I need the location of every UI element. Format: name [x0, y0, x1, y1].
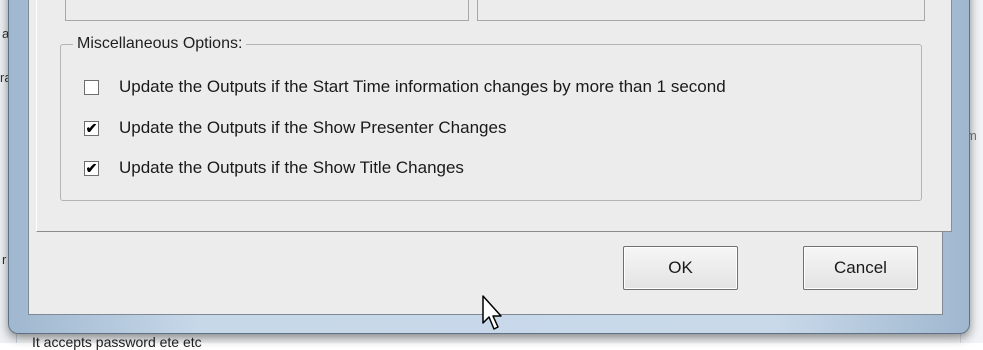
- upper-group-box-right: [477, 0, 925, 21]
- show-title-label[interactable]: Update the Outputs if the Show Title Cha…: [119, 158, 464, 178]
- arrow-cursor-icon: [482, 295, 502, 330]
- option-show-title[interactable]: ✔ Update the Outputs if the Show Title C…: [84, 157, 464, 179]
- upper-group-box-left: [65, 0, 469, 21]
- show-title-checkbox[interactable]: ✔: [84, 160, 99, 176]
- misc-options-title: Miscellaneous Options:: [73, 35, 247, 53]
- start-time-checkbox[interactable]: [84, 79, 99, 95]
- option-start-time[interactable]: Update the Outputs if the Start Time inf…: [84, 76, 726, 98]
- ok-button[interactable]: OK: [623, 246, 738, 290]
- background-text-fragment: r: [2, 252, 7, 267]
- start-time-label[interactable]: Update the Outputs if the Start Time inf…: [119, 77, 726, 97]
- cancel-button[interactable]: Cancel: [803, 246, 918, 290]
- option-show-presenter[interactable]: ✔ Update the Outputs if the Show Present…: [84, 117, 506, 139]
- background-bottom-text: It accepts password ete etc: [32, 334, 202, 350]
- show-presenter-checkbox[interactable]: ✔: [84, 120, 99, 136]
- show-presenter-label[interactable]: Update the Outputs if the Show Presenter…: [119, 118, 506, 138]
